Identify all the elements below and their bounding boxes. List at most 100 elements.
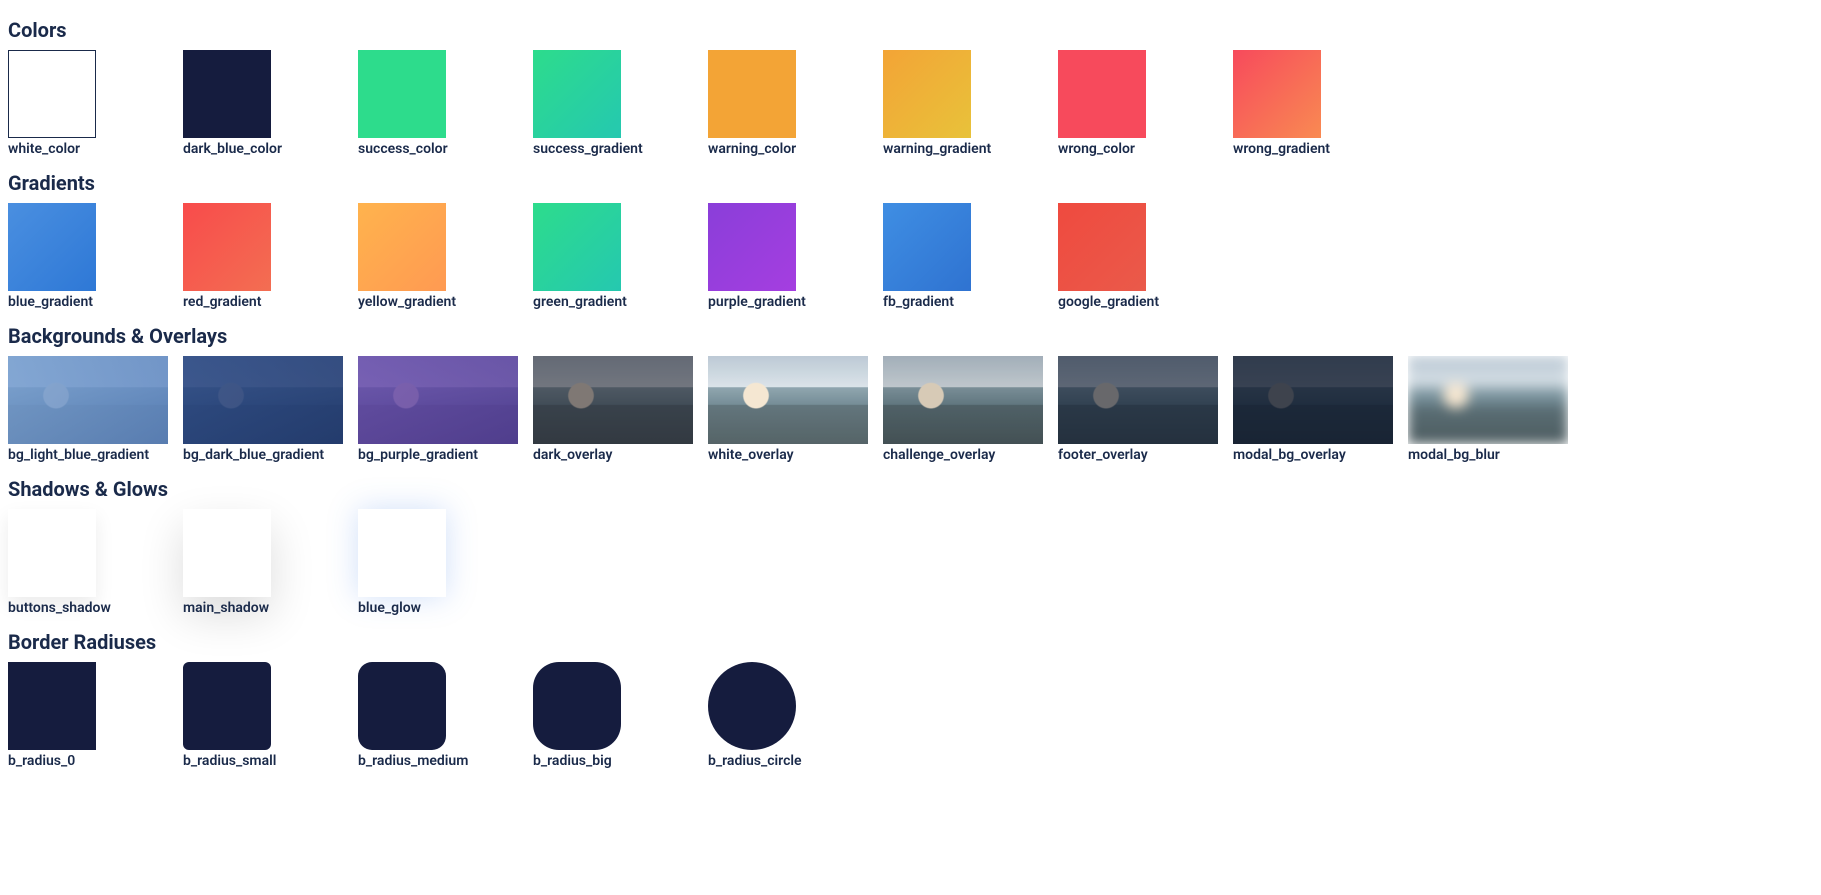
section-title-gradients: Gradients xyxy=(8,171,1813,195)
radiuses-grid: b_radius_0b_radius_smallb_radius_mediumb… xyxy=(8,662,1813,773)
background-swatch-cell: challenge_overlay xyxy=(883,356,1058,463)
overlay-layer xyxy=(8,356,168,444)
gradient-swatch xyxy=(183,203,271,291)
shadow-swatch xyxy=(183,509,271,597)
swatch-label: challenge_overlay xyxy=(883,447,1058,463)
color-swatch xyxy=(8,50,96,138)
background-swatch xyxy=(708,356,868,444)
swatch-label: modal_bg_overlay xyxy=(1233,447,1408,463)
background-swatch xyxy=(8,356,168,444)
section-title-backgrounds: Backgrounds & Overlays xyxy=(8,324,1813,348)
gradient-swatch-cell: red_gradient xyxy=(183,203,358,310)
swatch-label: google_gradient xyxy=(1058,294,1233,310)
shadows-grid: buttons_shadowmain_shadowblue_glow xyxy=(8,509,1813,620)
background-swatch xyxy=(1233,356,1393,444)
background-swatch-cell: dark_overlay xyxy=(533,356,708,463)
background-swatch-cell: modal_bg_overlay xyxy=(1233,356,1408,463)
gradient-swatch-cell: yellow_gradient xyxy=(358,203,533,310)
swatch-label: warning_gradient xyxy=(883,141,1058,157)
radius-swatch xyxy=(8,662,96,750)
swatch-label: bg_dark_blue_gradient xyxy=(183,447,358,463)
color-swatch-cell: warning_gradient xyxy=(883,50,1058,157)
overlay-layer xyxy=(1408,356,1568,444)
color-swatch xyxy=(1233,50,1321,138)
swatch-label: main_shadow xyxy=(183,600,358,616)
overlay-layer xyxy=(1058,356,1218,444)
overlay-layer xyxy=(533,356,693,444)
swatch-label: fb_gradient xyxy=(883,294,1058,310)
section-title-shadows: Shadows & Glows xyxy=(8,477,1813,501)
swatch-label: success_color xyxy=(358,141,533,157)
background-swatch-cell: footer_overlay xyxy=(1058,356,1233,463)
swatch-label: b_radius_0 xyxy=(8,753,183,769)
color-swatch xyxy=(183,50,271,138)
color-swatch-cell: dark_blue_color xyxy=(183,50,358,157)
section-title-colors: Colors xyxy=(8,18,1813,42)
background-swatch-cell: modal_bg_blur xyxy=(1408,356,1583,463)
radius-swatch-cell: b_radius_small xyxy=(183,662,358,769)
gradients-grid: blue_gradientred_gradientyellow_gradient… xyxy=(8,203,1813,314)
swatch-label: purple_gradient xyxy=(708,294,883,310)
overlay-layer xyxy=(183,356,343,444)
color-swatch-cell: wrong_gradient xyxy=(1233,50,1408,157)
gradient-swatch-cell: google_gradient xyxy=(1058,203,1233,310)
gradient-swatch-cell: blue_gradient xyxy=(8,203,183,310)
swatch-label: wrong_color xyxy=(1058,141,1233,157)
swatch-label: dark_blue_color xyxy=(183,141,358,157)
shadow-swatch-cell: blue_glow xyxy=(358,509,533,616)
color-swatch xyxy=(883,50,971,138)
overlay-layer xyxy=(708,356,868,444)
swatch-label: blue_gradient xyxy=(8,294,183,310)
swatch-label: b_radius_big xyxy=(533,753,708,769)
radius-swatch-cell: b_radius_circle xyxy=(708,662,883,769)
gradient-swatch-cell: green_gradient xyxy=(533,203,708,310)
shadow-swatch xyxy=(358,509,446,597)
swatch-label: buttons_shadow xyxy=(8,600,183,616)
swatch-label: b_radius_small xyxy=(183,753,358,769)
color-swatch-cell: success_color xyxy=(358,50,533,157)
gradient-swatch xyxy=(358,203,446,291)
overlay-layer xyxy=(358,356,518,444)
colors-grid: white_colordark_blue_colorsuccess_colors… xyxy=(8,50,1813,161)
gradient-swatch xyxy=(533,203,621,291)
radius-swatch xyxy=(183,662,271,750)
swatch-label: warning_color xyxy=(708,141,883,157)
color-swatch xyxy=(708,50,796,138)
swatch-label: success_gradient xyxy=(533,141,708,157)
radius-swatch-cell: b_radius_big xyxy=(533,662,708,769)
swatch-label: modal_bg_blur xyxy=(1408,447,1583,463)
swatch-label: bg_purple_gradient xyxy=(358,447,533,463)
swatch-label: wrong_gradient xyxy=(1233,141,1408,157)
background-swatch-cell: white_overlay xyxy=(708,356,883,463)
color-swatch-cell: success_gradient xyxy=(533,50,708,157)
swatch-label: footer_overlay xyxy=(1058,447,1233,463)
color-swatch-cell: white_color xyxy=(8,50,183,157)
background-swatch xyxy=(1058,356,1218,444)
overlay-layer xyxy=(1233,356,1393,444)
radius-swatch xyxy=(708,662,796,750)
overlay-layer xyxy=(883,356,1043,444)
swatch-label: white_overlay xyxy=(708,447,883,463)
background-swatch-cell: bg_light_blue_gradient xyxy=(8,356,183,463)
radius-swatch xyxy=(533,662,621,750)
color-swatch-cell: wrong_color xyxy=(1058,50,1233,157)
swatch-label: b_radius_medium xyxy=(358,753,533,769)
background-swatch xyxy=(1408,356,1568,444)
color-swatch xyxy=(1058,50,1146,138)
shadow-swatch-cell: main_shadow xyxy=(183,509,358,616)
gradient-swatch xyxy=(1058,203,1146,291)
gradient-swatch xyxy=(708,203,796,291)
radius-swatch-cell: b_radius_0 xyxy=(8,662,183,769)
swatch-label: bg_light_blue_gradient xyxy=(8,447,183,463)
radius-swatch-cell: b_radius_medium xyxy=(358,662,533,769)
swatch-label: white_color xyxy=(8,141,183,157)
shadow-swatch xyxy=(8,509,96,597)
background-swatch-cell: bg_dark_blue_gradient xyxy=(183,356,358,463)
gradient-swatch xyxy=(883,203,971,291)
background-swatch-cell: bg_purple_gradient xyxy=(358,356,533,463)
color-swatch xyxy=(533,50,621,138)
color-swatch-cell: warning_color xyxy=(708,50,883,157)
swatch-label: yellow_gradient xyxy=(358,294,533,310)
backgrounds-grid: bg_light_blue_gradientbg_dark_blue_gradi… xyxy=(8,356,1813,467)
gradient-swatch-cell: purple_gradient xyxy=(708,203,883,310)
